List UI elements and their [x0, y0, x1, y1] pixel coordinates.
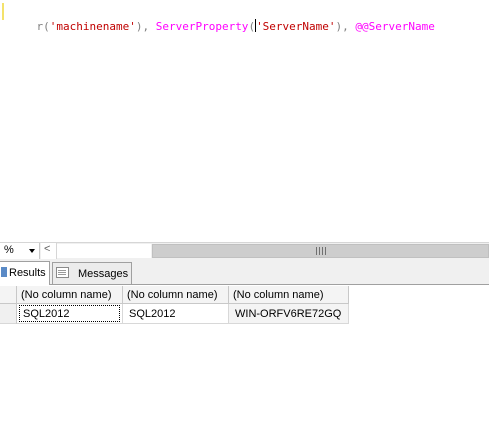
code-token: 'machinename' [49, 20, 136, 33]
table-cell[interactable]: SQL2012 [17, 304, 123, 324]
scrollbar-thumb[interactable] [152, 244, 489, 258]
messages-icon [56, 267, 69, 278]
cell-value: SQL2012 [129, 308, 176, 320]
query-editor[interactable]: r('machinename'), ServerProperty('Server… [0, 0, 489, 242]
cell-focus-outline [19, 305, 120, 322]
column-header[interactable]: (No column name) [17, 286, 123, 304]
code-token: r( [36, 20, 50, 33]
code-line[interactable]: r('machinename'), ServerProperty('Server… [10, 5, 435, 48]
zoom-value: % [4, 244, 14, 256]
code-token: 'ServerName' [256, 20, 336, 33]
chevron-left-icon: < [44, 243, 51, 255]
code-token: @@ServerName [355, 20, 435, 33]
code-token: ), [135, 20, 156, 33]
tab-results[interactable]: Results [0, 261, 50, 285]
editor-scrollbar-strip: % < [0, 242, 489, 259]
results-tabstrip: Results Messages [0, 259, 489, 285]
results-grid[interactable]: (No column name) (No column name) (No co… [0, 286, 489, 423]
scroll-left-button[interactable]: < [41, 243, 57, 259]
tab-messages[interactable]: Messages [52, 262, 132, 284]
select-all-corner[interactable] [0, 286, 17, 304]
cell-value: WIN-ORFV6RE72GQ [235, 308, 342, 320]
table-cell[interactable]: WIN-ORFV6RE72GQ [229, 304, 349, 324]
zoom-dropdown[interactable]: % [0, 243, 40, 259]
change-marker [2, 3, 4, 20]
scrollbar-track[interactable] [57, 244, 151, 258]
column-header[interactable]: (No column name) [123, 286, 229, 304]
grid-icon [1, 267, 7, 277]
code-token: ServerProperty [155, 20, 249, 33]
grip-icon [316, 247, 326, 255]
column-header[interactable]: (No column name) [229, 286, 349, 304]
row-selector[interactable] [0, 304, 17, 324]
code-token: ), [335, 20, 356, 33]
code-token: ( [248, 20, 256, 33]
tab-results-label: Results [9, 267, 46, 279]
chevron-down-icon[interactable] [29, 249, 35, 253]
tab-messages-label: Messages [78, 268, 129, 280]
table-cell[interactable]: SQL2012 [123, 304, 229, 324]
